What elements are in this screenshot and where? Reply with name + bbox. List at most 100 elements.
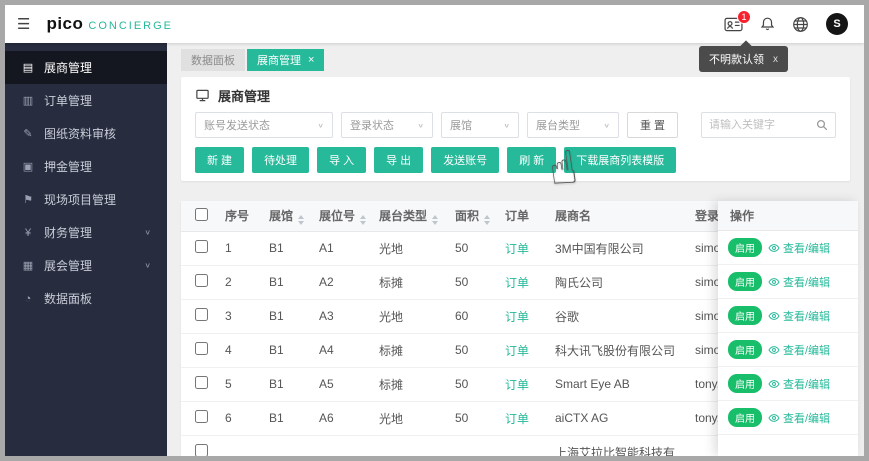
select-all-checkbox[interactable]: [195, 207, 208, 221]
panel-title: 展商管理: [195, 87, 836, 104]
row-checkbox[interactable]: [195, 342, 208, 355]
chevron-down-icon: ∨: [317, 121, 324, 129]
operations-panel: 操作 启用 查看/编辑 启用 查看/编辑 启用 查看/编辑 启用 查看/编辑 启…: [718, 201, 858, 456]
notification-tooltip: 不明款认领 x: [699, 46, 788, 72]
filter-select[interactable]: 登录状态 ∨: [341, 112, 433, 138]
ops-row: 启用 查看/编辑: [718, 265, 858, 299]
sidebar-item-orders[interactable]: ▥ 订单管理: [5, 84, 167, 117]
bell-icon[interactable]: [760, 16, 775, 32]
panel-title-text: 展商管理: [218, 88, 271, 104]
order-link[interactable]: 订单: [505, 344, 529, 358]
logo: pico CONCIERGE: [46, 14, 173, 34]
order-link[interactable]: 订单: [505, 310, 529, 324]
eye-icon: [768, 277, 780, 286]
tab-exhibitor-management[interactable]: 展商管理 ×: [247, 49, 325, 71]
sidebar-item-deposit[interactable]: ▣ 押金管理: [5, 150, 167, 183]
ops-rows: 启用 查看/编辑 启用 查看/编辑 启用 查看/编辑 启用 查看/编辑 启用 查…: [718, 231, 858, 435]
col-header-booth-type[interactable]: 展台类型: [371, 201, 447, 232]
sidebar-item-exhibitors[interactable]: ▤ 展商管理: [5, 51, 167, 84]
claims-card-icon[interactable]: 1: [724, 9, 751, 32]
eye-icon: [768, 379, 780, 388]
search-input[interactable]: [709, 119, 811, 131]
ops-row: 启用 查看/编辑: [718, 401, 858, 435]
sort-icon: [298, 214, 305, 225]
order-link[interactable]: 订单: [505, 378, 529, 392]
sort-icon: [432, 214, 439, 225]
sidebar-item-finance[interactable]: ¥ 财务管理 ∨: [5, 216, 167, 249]
status-badge: 启用: [728, 408, 762, 427]
chevron-down-icon: ∨: [603, 121, 610, 129]
filter-select[interactable]: 展台类型 ∨: [527, 112, 619, 138]
logo-concierge: CONCIERGE: [88, 20, 174, 32]
action-button[interactable]: 新 建: [195, 147, 245, 173]
user-avatar[interactable]: S: [826, 13, 848, 35]
row-checkbox[interactable]: [195, 240, 208, 253]
tooltip-close-icon[interactable]: x: [773, 54, 778, 65]
chevron-down-icon: ∨: [503, 121, 510, 129]
tooltip-text: 不明款认领: [709, 54, 764, 66]
tab-data-panel[interactable]: 数据面板: [181, 49, 245, 71]
filter-row: 账号发送状态 ∨ 登录状态 ∨ 展馆 ∨ 展台类型 ∨ 重 置: [195, 112, 836, 138]
col-header-index: 序号: [217, 201, 261, 232]
globe-icon[interactable]: [792, 16, 809, 33]
chevron-down-icon: ∨: [144, 228, 151, 237]
menu-icon[interactable]: ☰: [17, 15, 30, 33]
view-edit-link[interactable]: 查看/编辑: [768, 308, 830, 324]
row-checkbox[interactable]: [195, 444, 208, 456]
view-edit-link[interactable]: 查看/编辑: [768, 274, 830, 290]
order-link[interactable]: 订单: [505, 276, 529, 290]
col-header-hall[interactable]: 展馆: [261, 201, 311, 232]
exhibitor-panel-icon: [196, 89, 209, 101]
tab-close-icon[interactable]: ×: [308, 54, 314, 66]
ops-row: 启用 查看/编辑: [718, 333, 858, 367]
topbar-actions: 1 S: [724, 9, 848, 35]
view-edit-link[interactable]: 查看/编辑: [768, 342, 830, 358]
sidebar-item-drawings-review[interactable]: ✎ 图纸资料审核: [5, 117, 167, 150]
action-button[interactable]: 导 出: [374, 147, 424, 173]
search-icon: [816, 119, 828, 131]
badge-count: 1: [737, 9, 751, 24]
view-edit-link[interactable]: 查看/编辑: [768, 376, 830, 392]
eye-icon: [768, 243, 780, 252]
action-button[interactable]: 发送账号: [431, 147, 500, 173]
logo-pico: pico: [46, 14, 84, 33]
reset-button[interactable]: 重 置: [627, 112, 679, 138]
status-badge: 启用: [728, 374, 762, 393]
sidebar-item-site-projects[interactable]: ⚑ 现场项目管理: [5, 183, 167, 216]
status-badge: 启用: [728, 306, 762, 325]
ops-row: 启用 查看/编辑: [718, 299, 858, 333]
col-header-booth[interactable]: 展位号: [311, 201, 371, 232]
row-checkbox[interactable]: [195, 410, 208, 423]
row-checkbox[interactable]: [195, 274, 208, 287]
chevron-down-icon: ∨: [417, 121, 424, 129]
actions-row: 新 建待处理导 入导 出发送账号刷 新下载展商列表模版: [195, 147, 836, 173]
action-button[interactable]: 下载展商列表模版: [564, 147, 677, 173]
sidebar-item-expo[interactable]: ▦ 展会管理 ∨: [5, 249, 167, 282]
view-edit-link[interactable]: 查看/编辑: [768, 410, 830, 426]
order-link[interactable]: 订单: [505, 412, 529, 426]
filter-select[interactable]: 账号发送状态 ∨: [195, 112, 333, 138]
col-header-area[interactable]: 面积: [447, 201, 497, 232]
order-link[interactable]: 订单: [505, 242, 529, 256]
filter-select[interactable]: 展馆 ∨: [441, 112, 519, 138]
expo-icon: ▦: [22, 260, 34, 272]
top-bar: ☰ pico CONCIERGE 1 S 不明款认领 x: [5, 5, 864, 72]
col-header-exhibitor: 展商名: [547, 201, 687, 232]
row-checkbox[interactable]: [195, 308, 208, 321]
exhibitors-icon: ▤: [22, 62, 34, 74]
action-button[interactable]: 刷 新: [507, 147, 557, 173]
row-checkbox[interactable]: [195, 376, 208, 389]
orders-icon: ▥: [22, 95, 34, 107]
eye-icon: [768, 311, 780, 320]
exhibitor-panel: 展商管理 账号发送状态 ∨ 登录状态 ∨ 展馆 ∨ 展台类型 ∨ 重 置 请输入…: [181, 77, 850, 181]
action-button[interactable]: 导 入: [317, 147, 367, 173]
finance-icon: ¥: [24, 226, 32, 239]
action-button[interactable]: 待处理: [252, 147, 310, 173]
view-edit-link[interactable]: 查看/编辑: [768, 240, 830, 256]
main-content: 数据面板 展商管理 × 展商管理 账号发送状态 ∨ 登录状态 ∨ 展馆 ∨ 展台…: [167, 43, 864, 456]
sidebar-item-data-panel[interactable]: ◔ 数据面板: [5, 282, 167, 315]
status-badge: 启用: [728, 238, 762, 257]
status-badge: 启用: [728, 272, 762, 291]
ops-row: 启用 查看/编辑: [718, 231, 858, 265]
col-header-order: 订单: [497, 201, 547, 232]
